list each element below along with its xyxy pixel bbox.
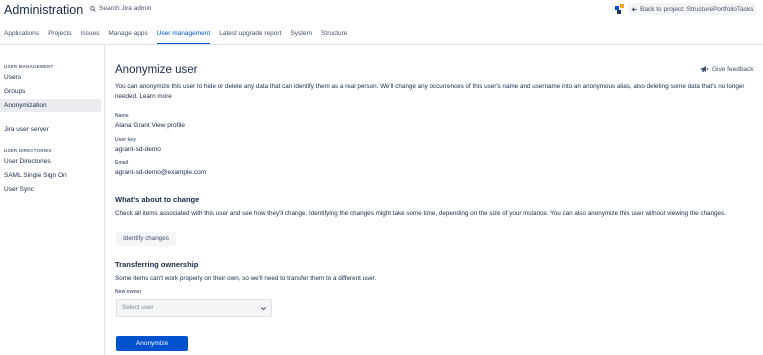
tab-system[interactable]: System [290,28,312,44]
name-value-row: Alana Grant View profile [115,122,185,129]
new-owner-select[interactable]: Select user [116,299,272,317]
anonymize-button[interactable]: Anonymize [116,336,188,351]
back-to-project-button[interactable]: Back to project: StructurePortfolioTasks [628,3,757,15]
section-title-transfer: Transferring ownership [115,260,199,269]
user-key-label: User key [115,137,136,143]
arrow-left-icon [631,6,637,12]
back-label: Back to project: StructurePortfolioTasks [640,5,754,13]
sidebar-item-groups[interactable]: Groups [0,85,101,98]
top-bar: Administration Search Jira admin Back to… [0,0,763,22]
sidebar-item-user-sync[interactable]: User Sync [0,183,101,196]
tab-issues[interactable]: Issues [81,28,100,44]
user-key-value: agrant-sd-demo [115,146,161,153]
section-title-changes: What's about to change [115,195,200,204]
name-value: Alana Grant [115,122,150,129]
section-text-transfer: Some items can't work properly on their … [115,275,377,282]
new-owner-label: New owner [115,289,142,295]
admin-tabs: Applications Projects Issues Manage apps… [0,28,352,45]
search-icon [90,5,96,12]
tab-user-management[interactable]: User management [156,28,211,45]
section-text-changes: Check all items associated with this use… [115,210,726,217]
identify-changes-button[interactable]: Identify changes [116,232,176,246]
search-label: Search Jira admin [99,5,152,12]
sidebar-item-user-directories[interactable]: User Directories [0,155,101,168]
sidebar-heading-user-management: USER MANAGEMENT [4,64,54,69]
tab-manage-apps[interactable]: Manage apps [108,28,147,44]
tab-projects[interactable]: Projects [48,28,71,44]
learn-more-link[interactable]: Learn more [140,93,172,100]
megaphone-icon [700,66,709,72]
page-title: Anonymize user [115,64,198,76]
search-jira-admin[interactable]: Search Jira admin [90,5,151,12]
sidebar-item-jira-user-server[interactable]: Jira user server [0,123,101,136]
sidebar-heading-user-directories: USER DIRECTORIES [4,148,52,153]
sidebar-item-users[interactable]: Users [0,71,101,84]
email-label: Email [115,160,129,166]
view-profile-link[interactable]: View profile [152,122,185,129]
header-divider [0,44,763,45]
sidebar-item-saml-sso[interactable]: SAML Single Sign On [0,169,101,182]
tab-structure[interactable]: Structure [321,28,347,44]
app-title: Administration [4,3,84,17]
select-placeholder: Select user [122,304,154,311]
name-label: Name [115,113,129,119]
intro-body: You can anonymize this user to hide or d… [115,83,745,100]
feedback-label: Give feedback [712,65,754,73]
give-feedback-button[interactable]: Give feedback [700,65,754,73]
chevron-down-icon [261,307,266,311]
tab-applications[interactable]: Applications [4,28,39,44]
sidebar-item-anonymization[interactable]: Anonymization [0,99,101,112]
structure-app-icon[interactable] [614,3,626,15]
intro-text: You can anonymize this user to hide or d… [115,82,755,101]
tab-latest-upgrade-report[interactable]: Latest upgrade report [219,28,281,44]
email-value: agrant-sd-demo@example.com [115,169,207,176]
sidebar: USER MANAGEMENT Users Groups Anonymizati… [0,45,105,355]
